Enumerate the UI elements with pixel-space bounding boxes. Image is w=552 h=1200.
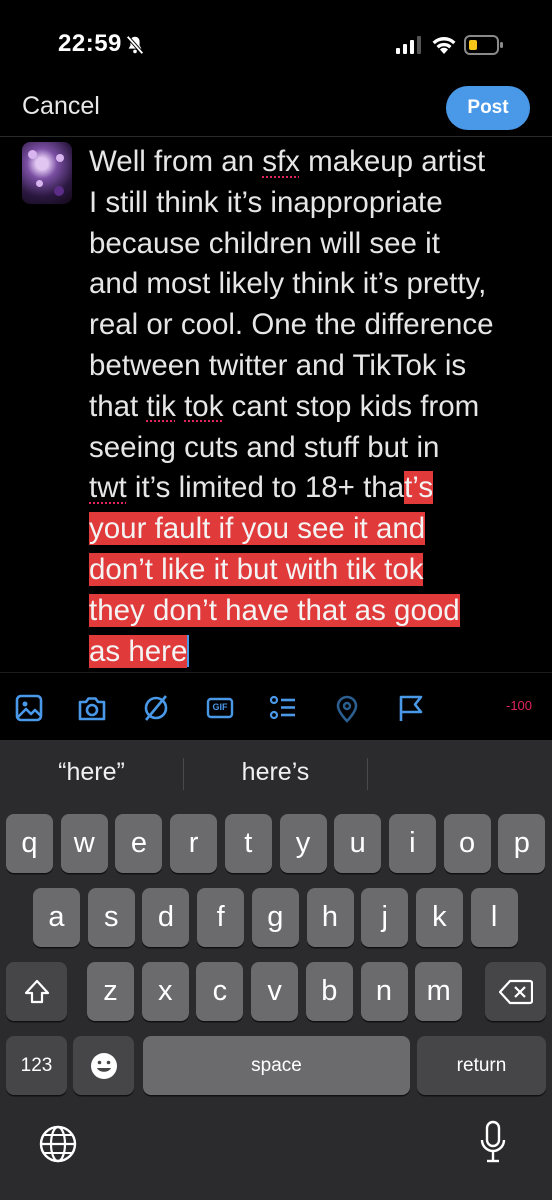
highlighted-text: your fault if you see it and bbox=[89, 512, 426, 546]
suggestion-divider bbox=[367, 758, 368, 790]
compose-toolbar: GIF bbox=[0, 672, 552, 740]
key-x[interactable]: x bbox=[141, 962, 189, 1021]
key-b[interactable]: b bbox=[305, 962, 353, 1021]
post-button[interactable]: Post bbox=[446, 86, 530, 130]
tweet-text-line: I still think it’s inappropriate bbox=[89, 183, 544, 224]
tweet-text-line: real or cool. One the difference bbox=[89, 305, 544, 346]
key-o[interactable]: o bbox=[443, 814, 491, 873]
key-m[interactable]: m bbox=[415, 962, 463, 1021]
tweet-text-line: that tik tok cant stop kids from bbox=[89, 387, 544, 428]
text-segment: Well from an bbox=[89, 145, 263, 178]
text-segment: cant stop kids from bbox=[223, 389, 480, 423]
character-count: -100 bbox=[506, 698, 533, 713]
key-c[interactable]: c bbox=[196, 962, 244, 1021]
tweet-text-line: because children will see it bbox=[89, 224, 544, 265]
image-icon[interactable] bbox=[14, 693, 44, 723]
tweet-text-line: they don’t have that as good bbox=[89, 591, 544, 632]
tweet-text-line: don’t like it but with tik tok bbox=[89, 550, 544, 591]
text-segment: real or cool. One the difference bbox=[89, 308, 494, 342]
emoji-key[interactable] bbox=[73, 1036, 134, 1095]
gif-icon[interactable]: GIF bbox=[205, 693, 235, 723]
text-segment: I still think it’s inappropriate bbox=[89, 185, 443, 219]
key-a[interactable]: a bbox=[33, 888, 80, 947]
tweet-text-area[interactable]: Well from an sfx makeup artist I still th… bbox=[89, 142, 544, 672]
backspace-icon bbox=[498, 979, 533, 1004]
battery-icon bbox=[464, 35, 503, 55]
location-pin-icon[interactable] bbox=[332, 693, 362, 723]
numbers-key[interactable]: 123 bbox=[6, 1036, 67, 1095]
return-key[interactable]: return bbox=[417, 1036, 546, 1095]
text-segment: between twitter and TikTok is bbox=[89, 348, 467, 382]
misspelled-word: sfx bbox=[262, 145, 300, 178]
cancel-button[interactable]: Cancel bbox=[22, 92, 100, 121]
shift-key[interactable] bbox=[6, 962, 67, 1021]
space-key[interactable]: space bbox=[143, 1036, 410, 1095]
list-icon[interactable] bbox=[268, 693, 298, 723]
key-l[interactable]: l bbox=[470, 888, 518, 947]
tweet-text-line: between twitter and TikTok is bbox=[89, 346, 544, 387]
key-e[interactable]: e bbox=[115, 814, 163, 873]
key-u[interactable]: u bbox=[334, 814, 382, 873]
key-j[interactable]: j bbox=[361, 888, 409, 947]
highlighted-text: t’s bbox=[404, 471, 434, 505]
keyboard: “here” here’s qwertyuiop asdfghjkl zxcvb… bbox=[0, 740, 552, 1200]
suggestion-bar: “here” here’s bbox=[0, 740, 552, 808]
globe-icon[interactable] bbox=[38, 1124, 78, 1164]
key-d[interactable]: d bbox=[142, 888, 190, 947]
shift-icon bbox=[24, 979, 49, 1003]
highlighted-text: don’t like it but with tik tok bbox=[89, 552, 424, 586]
key-f[interactable]: f bbox=[197, 888, 245, 947]
highlighted-text: they don’t have that as good bbox=[89, 593, 460, 627]
key-h[interactable]: h bbox=[306, 888, 354, 947]
key-r[interactable]: r bbox=[170, 814, 218, 873]
header-divider bbox=[0, 136, 552, 137]
key-g[interactable]: g bbox=[251, 888, 299, 947]
misspelled-word: tok bbox=[184, 389, 224, 423]
key-z[interactable]: z bbox=[87, 962, 134, 1021]
key-y[interactable]: y bbox=[279, 814, 327, 873]
camera-icon[interactable] bbox=[77, 693, 107, 723]
tweet-text-line: and most likely think it’s pretty, bbox=[89, 264, 544, 305]
text-segment bbox=[176, 390, 184, 423]
avatar[interactable] bbox=[22, 142, 72, 204]
key-v[interactable]: v bbox=[251, 962, 299, 1021]
wifi-icon bbox=[432, 37, 456, 54]
key-q[interactable]: q bbox=[6, 814, 53, 873]
tweet-text-line: twt it’s limited to 18+ that’s bbox=[89, 468, 544, 509]
tweet-text-line: as here bbox=[89, 632, 544, 673]
bell-off-icon bbox=[126, 35, 144, 55]
key-w[interactable]: w bbox=[60, 814, 108, 873]
gif-label: GIF bbox=[212, 702, 228, 712]
key-i[interactable]: i bbox=[388, 814, 436, 873]
misspelled-word: twt bbox=[89, 471, 127, 505]
text-segment: seeing cuts and stuff but in bbox=[89, 430, 440, 464]
highlighted-text: as here bbox=[89, 634, 188, 668]
text-segment: makeup artist bbox=[299, 145, 486, 178]
status-bar: 22:59 bbox=[0, 0, 552, 92]
key-n[interactable]: n bbox=[360, 962, 408, 1021]
text-segment: that bbox=[89, 389, 147, 423]
suggestion-main[interactable]: here’s bbox=[184, 758, 367, 787]
text-segment: it’s limited to 18+ tha bbox=[126, 471, 405, 505]
misspelled-word: tik bbox=[146, 389, 176, 423]
tweet-text-line: seeing cuts and stuff but in bbox=[89, 428, 544, 469]
signal-icon bbox=[396, 36, 421, 54]
tweet-text-line: your fault if you see it and bbox=[89, 509, 544, 550]
text-cursor bbox=[187, 634, 190, 667]
key-k[interactable]: k bbox=[415, 888, 463, 947]
flag-icon[interactable] bbox=[396, 693, 426, 723]
delete-key[interactable] bbox=[485, 962, 546, 1021]
key-t[interactable]: t bbox=[224, 814, 272, 873]
emoji-icon bbox=[90, 1052, 117, 1079]
key-p[interactable]: p bbox=[498, 814, 546, 873]
microphone-icon[interactable] bbox=[478, 1120, 508, 1164]
text-segment: because children will see it bbox=[89, 226, 440, 260]
clock: 22:59 bbox=[58, 30, 122, 57]
tweet-text-line: Well from an sfx makeup artist bbox=[89, 142, 544, 183]
no-filter-icon[interactable] bbox=[141, 693, 171, 723]
text-segment: and most likely think it’s pretty, bbox=[89, 267, 487, 301]
key-s[interactable]: s bbox=[87, 888, 135, 947]
suggestion-quoted[interactable]: “here” bbox=[0, 758, 183, 787]
